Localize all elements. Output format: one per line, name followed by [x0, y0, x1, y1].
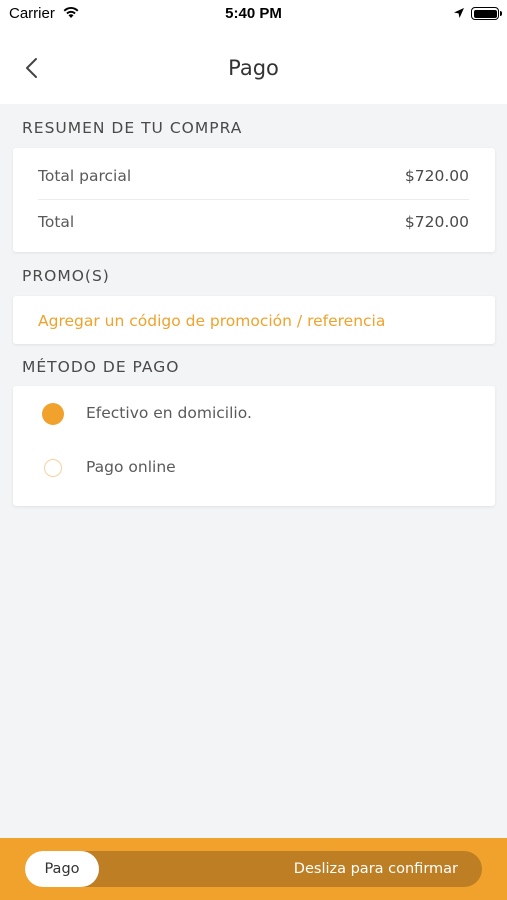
- total-label: Total: [38, 213, 75, 231]
- clock: 5:40 PM: [225, 5, 282, 22]
- swipe-to-confirm-slider[interactable]: Pago Desliza para confirmar: [25, 851, 482, 887]
- promo-header: PROMO(S): [22, 267, 110, 285]
- payment-method-card: Efectivo en domicilio. Pago online: [13, 386, 495, 506]
- page-title: Pago: [228, 56, 279, 80]
- radio-unselected-icon: [44, 459, 62, 477]
- subtotal-label: Total parcial: [38, 167, 132, 185]
- location-icon: [454, 8, 464, 18]
- radio-selected-icon: [42, 403, 64, 425]
- summary-header: RESUMEN DE TU COMPRA: [22, 119, 243, 137]
- footer-bar: Pago Desliza para confirmar: [0, 838, 507, 900]
- subtotal-value: $720.00: [404, 167, 469, 185]
- battery-icon: [471, 7, 502, 20]
- slider-hint-text: Desliza para confirmar: [293, 861, 458, 877]
- payment-method-header: MÉTODO DE PAGO: [22, 358, 180, 376]
- nav-bar: Pago: [0, 30, 507, 104]
- total-value: $720.00: [404, 213, 469, 231]
- promo-card: Agregar un código de promoción / referen…: [13, 296, 495, 344]
- add-promo-code-link[interactable]: Agregar un código de promoción / referen…: [38, 312, 385, 330]
- payment-option-cash[interactable]: Efectivo en domicilio.: [13, 389, 495, 439]
- payment-option-label: Pago online: [86, 458, 176, 476]
- divider: [38, 199, 469, 200]
- payment-option-online[interactable]: Pago online: [13, 443, 495, 493]
- summary-card: Total parcial $720.00 Total $720.00: [13, 148, 495, 252]
- payment-option-label: Efectivo en domicilio.: [86, 404, 252, 422]
- slider-thumb-label: Pago: [44, 861, 80, 877]
- slider-thumb[interactable]: Pago: [25, 851, 99, 887]
- status-bar: Carrier 5:40 PM: [0, 0, 507, 30]
